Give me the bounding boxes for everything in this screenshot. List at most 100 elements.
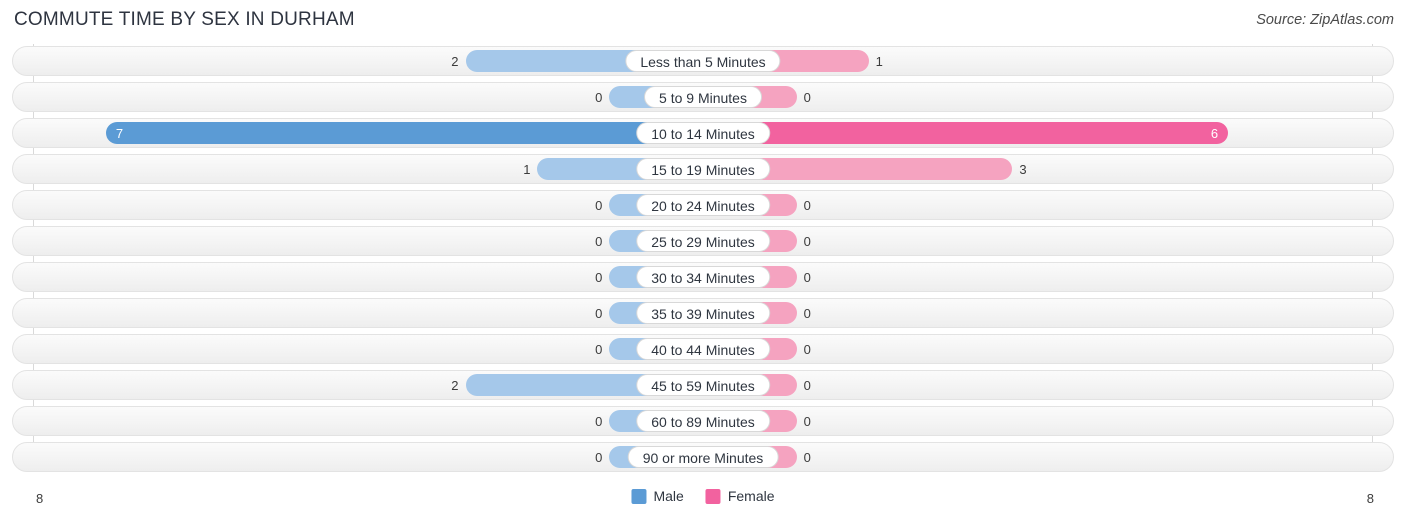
chart-legend: Male Female [631, 488, 775, 504]
male-bar-group: 0 [34, 194, 703, 216]
female-value-label: 0 [803, 89, 811, 105]
row-content: 0 0 30 to 34 Minutes [13, 263, 1393, 291]
male-value-label: 1 [523, 161, 531, 177]
row-content: 0 0 20 to 24 Minutes [13, 191, 1393, 219]
category-label: 90 or more Minutes [627, 446, 779, 468]
male-value-label: 0 [595, 305, 603, 321]
female-bar-group: 0 [703, 338, 1372, 360]
male-value-label: 0 [595, 233, 603, 249]
female-value-label: 0 [803, 305, 811, 321]
page-title: COMMUTE TIME BY SEX IN DURHAM [14, 9, 355, 30]
plot-area: 2 1 Less than 5 Minutes 0 0 5 to 9 Minutes 7 6 1… [0, 44, 1406, 482]
male-value-label: 0 [595, 413, 603, 429]
male-bar-group: 0 [34, 230, 703, 252]
male-bar-group: 0 [34, 446, 703, 468]
table-row[interactable]: 0 0 35 to 39 Minutes [12, 298, 1394, 328]
row-content: 2 0 45 to 59 Minutes [13, 371, 1393, 399]
category-label: 40 to 44 Minutes [636, 338, 770, 360]
category-label: 15 to 19 Minutes [636, 158, 770, 180]
male-bar-group: 7 [34, 122, 703, 144]
male-value-label: 0 [595, 341, 603, 357]
male-value-label: 0 [595, 197, 603, 213]
female-bar-group: 0 [703, 86, 1372, 108]
category-label: 45 to 59 Minutes [636, 374, 770, 396]
female-bar-group: 1 [703, 50, 1372, 72]
row-content: 7 6 10 to 14 Minutes [13, 119, 1393, 147]
female-value-label: 0 [803, 341, 811, 357]
axis-label-right: 8 [1366, 491, 1374, 506]
male-value-label: 2 [451, 377, 459, 393]
row-content: 2 1 Less than 5 Minutes [13, 47, 1393, 75]
female-bar-group: 0 [703, 230, 1372, 252]
male-bar-group: 0 [34, 410, 703, 432]
female-bar-group: 0 [703, 410, 1372, 432]
male-bar-group: 0 [34, 302, 703, 324]
table-row[interactable]: 0 0 30 to 34 Minutes [12, 262, 1394, 292]
legend-label-male: Male [653, 488, 684, 504]
female-bar-group: 0 [703, 194, 1372, 216]
category-label: Less than 5 Minutes [625, 50, 781, 72]
male-bar-group: 0 [34, 86, 703, 108]
row-content: 0 0 40 to 44 Minutes [13, 335, 1393, 363]
category-label: 20 to 24 Minutes [636, 194, 770, 216]
female-bar-group: 0 [703, 374, 1372, 396]
chart-header: COMMUTE TIME BY SEX IN DURHAM Source: Zi… [0, 0, 1406, 42]
male-value-label: 0 [595, 89, 603, 105]
male-bar-group: 2 [34, 50, 703, 72]
row-content: 0 0 35 to 39 Minutes [13, 299, 1393, 327]
male-bar-group: 2 [34, 374, 703, 396]
table-row[interactable]: 7 6 10 to 14 Minutes [12, 118, 1394, 148]
category-label: 60 to 89 Minutes [636, 410, 770, 432]
legend-label-female: Female [727, 488, 775, 504]
source-attribution: Source: ZipAtlas.com [1256, 12, 1394, 28]
female-bar-group: 0 [703, 266, 1372, 288]
male-bar-group: 0 [34, 266, 703, 288]
male-value-label: 2 [451, 53, 459, 69]
category-label: 5 to 9 Minutes [644, 86, 762, 108]
row-content: 0 0 25 to 29 Minutes [13, 227, 1393, 255]
table-row[interactable]: 0 0 60 to 89 Minutes [12, 406, 1394, 436]
chart-container: COMMUTE TIME BY SEX IN DURHAM Source: Zi… [0, 0, 1406, 522]
category-label: 35 to 39 Minutes [636, 302, 770, 324]
female-value-label: 0 [803, 413, 811, 429]
table-row[interactable]: 0 0 25 to 29 Minutes [12, 226, 1394, 256]
female-bar-group: 0 [703, 302, 1372, 324]
female-value-label: 0 [803, 233, 811, 249]
table-row[interactable]: 2 0 45 to 59 Minutes [12, 370, 1394, 400]
legend-item-male[interactable]: Male [631, 488, 684, 504]
female-value-label: 1 [875, 53, 883, 69]
female-value-label: 0 [803, 377, 811, 393]
table-row[interactable]: 1 3 15 to 19 Minutes [12, 154, 1394, 184]
male-bar-group: 0 [34, 338, 703, 360]
female-bar[interactable]: 6 [703, 122, 1229, 144]
category-label: 10 to 14 Minutes [636, 122, 770, 144]
row-content: 1 3 15 to 19 Minutes [13, 155, 1393, 183]
male-value-label: 0 [595, 449, 603, 465]
row-content: 0 0 90 or more Minutes [13, 443, 1393, 471]
legend-item-female[interactable]: Female [705, 488, 775, 504]
row-content: 0 0 60 to 89 Minutes [13, 407, 1393, 435]
female-value-label: 6 [1210, 125, 1219, 141]
bar-rows: 2 1 Less than 5 Minutes 0 0 5 to 9 Minutes 7 6 1… [12, 46, 1394, 478]
chart-footer: 8 8 Male Female [0, 488, 1406, 514]
legend-swatch-male-icon [631, 488, 647, 504]
table-row[interactable]: 0 0 20 to 24 Minutes [12, 190, 1394, 220]
female-value-label: 0 [803, 197, 811, 213]
female-value-label: 0 [803, 449, 811, 465]
row-content: 0 0 5 to 9 Minutes [13, 83, 1393, 111]
table-row[interactable]: 0 0 40 to 44 Minutes [12, 334, 1394, 364]
female-value-label: 3 [1019, 161, 1027, 177]
table-row[interactable]: 0 0 90 or more Minutes [12, 442, 1394, 472]
female-bar-group: 3 [703, 158, 1372, 180]
male-value-label: 0 [595, 269, 603, 285]
legend-swatch-female-icon [705, 488, 721, 504]
female-value-label: 0 [803, 269, 811, 285]
female-bar-group: 6 [703, 122, 1372, 144]
table-row[interactable]: 0 0 5 to 9 Minutes [12, 82, 1394, 112]
male-value-label: 7 [115, 125, 124, 141]
male-bar[interactable]: 7 [105, 122, 703, 144]
category-label: 30 to 34 Minutes [636, 266, 770, 288]
female-bar-group: 0 [703, 446, 1372, 468]
category-label: 25 to 29 Minutes [636, 230, 770, 252]
table-row[interactable]: 2 1 Less than 5 Minutes [12, 46, 1394, 76]
